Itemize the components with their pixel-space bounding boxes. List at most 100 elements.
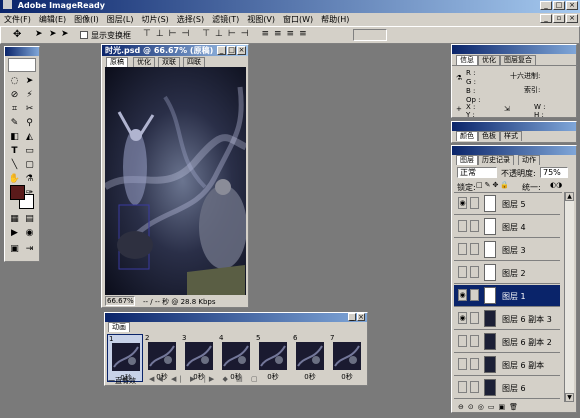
close-button[interactable]: × (566, 1, 578, 10)
eraser-tool-icon[interactable]: ◧ (8, 131, 21, 143)
layer-row[interactable]: 图层 6 副本 (454, 354, 560, 376)
tab-styles[interactable]: 样式 (500, 131, 522, 141)
toggle-imagemap-icon[interactable]: ▦ (8, 213, 21, 225)
unify-icons[interactable]: ◐◑ (550, 181, 562, 189)
screen-mode-icon[interactable]: ▣ (8, 243, 21, 255)
visibility-eye-icon[interactable] (458, 220, 467, 232)
link-icon[interactable] (470, 335, 479, 347)
tab-optimize[interactable]: 优化 (478, 55, 500, 65)
visibility-eye-icon[interactable]: ◉ (458, 197, 467, 209)
layer-row[interactable]: 图层 6 (454, 377, 560, 399)
layer-row[interactable]: ◉ 图层 1 (454, 285, 560, 307)
menu-window[interactable]: 窗口(W) (279, 13, 317, 26)
tab-history[interactable]: 历史记录 (478, 155, 514, 165)
link-icon[interactable] (470, 243, 479, 255)
eyedropper-tool-icon[interactable]: ⚗ (23, 173, 36, 185)
frame-delay[interactable]: 0秒 (329, 372, 365, 382)
visibility-eye-icon[interactable] (458, 243, 467, 255)
menu-edit[interactable]: 编辑(E) (35, 13, 70, 26)
doc-maximize-button[interactable]: □ (227, 46, 236, 55)
rect-tool-icon[interactable]: ▢ (23, 159, 36, 171)
palette-close-button[interactable]: × (357, 313, 365, 321)
link-icon[interactable] (470, 381, 479, 393)
loop-dropdown[interactable]: 一直有效 (108, 376, 136, 386)
tab-animation[interactable]: 动画 (108, 322, 130, 332)
doc-restore-button[interactable]: ▫ (553, 14, 565, 23)
visibility-eye-icon[interactable] (458, 381, 467, 393)
preview-icon[interactable]: ▶ (8, 227, 21, 239)
layer-buttons[interactable]: ⊖⊙◎▭▣🗑 (458, 403, 522, 411)
palette-minimize-button[interactable]: _ (348, 313, 356, 321)
tab-color[interactable]: 颜色 (456, 131, 478, 141)
menu-layer[interactable]: 图层(L) (103, 13, 138, 26)
visibility-eye-icon[interactable]: ◉ (458, 289, 467, 301)
tab-2-up[interactable]: 双联 (158, 57, 180, 67)
visibility-eye-icon[interactable] (458, 266, 467, 278)
line-tool-icon[interactable]: ╲ (8, 159, 21, 171)
maximize-button[interactable]: □ (553, 1, 565, 10)
visibility-eye-icon[interactable] (458, 358, 467, 370)
tab-layer-comps[interactable]: 图层复合 (500, 55, 536, 65)
visibility-eye-icon[interactable] (458, 335, 467, 347)
doc-minimize-button[interactable]: _ (217, 46, 226, 55)
canvas[interactable] (105, 67, 246, 295)
menu-select[interactable]: 选择(S) (173, 13, 208, 26)
animation-frame[interactable]: 6 0秒 (292, 334, 328, 382)
select-arrow-icon[interactable]: ➤ (49, 29, 57, 39)
stamp-tool-icon[interactable]: ⚲ (23, 117, 36, 129)
jump-to-icon[interactable]: ⇥ (23, 243, 36, 255)
slice-tool-icon[interactable]: ✂ (23, 103, 36, 115)
link-icon[interactable] (470, 312, 479, 324)
animation-frame[interactable]: 1 0秒 (107, 334, 143, 382)
marquee-tool-icon[interactable]: ◌ (8, 75, 21, 87)
foreground-color-swatch-top[interactable] (10, 185, 25, 200)
doc-close-button[interactable]: × (566, 14, 578, 23)
link-icon[interactable] (470, 197, 479, 209)
tab-4-up[interactable]: 四联 (183, 57, 205, 67)
layers-scrollbar[interactable]: ▲ ▼ (564, 192, 574, 402)
link-icon[interactable] (470, 266, 479, 278)
lasso-tool-icon[interactable]: ⊘ (8, 89, 21, 101)
lock-icons[interactable]: □✎✥🔒 (476, 181, 511, 189)
layer-row[interactable]: ◉ 图层 5 (454, 193, 560, 215)
opacity-field[interactable]: 75% (540, 167, 568, 178)
layer-row[interactable]: ◉ 图层 6 副本 3 (454, 308, 560, 330)
frame-delay[interactable]: 0秒 (292, 372, 328, 382)
brush-tool-icon[interactable]: ✎ (8, 117, 21, 129)
blend-mode-select[interactable]: 正常 (457, 167, 497, 178)
tab-original[interactable]: 原稿 (106, 57, 128, 67)
crop-tool-icon[interactable]: ⌗ (8, 103, 21, 115)
move-tool-icon[interactable]: ✥ (13, 29, 21, 40)
show-transform-checkbox[interactable] (80, 31, 88, 39)
tab-optimized[interactable]: 优化 (133, 57, 155, 67)
menu-view[interactable]: 视图(V) (243, 13, 279, 26)
animation-frame[interactable]: 7 0秒 (329, 334, 365, 382)
tab-actions[interactable]: 动作 (518, 155, 540, 165)
minimize-button[interactable]: _ (540, 1, 552, 10)
layer-row[interactable]: 图层 3 (454, 239, 560, 261)
select-arrow-icon[interactable]: ➤ (35, 29, 43, 39)
menu-image[interactable]: 图像(I) (70, 13, 103, 26)
type-tool-icon[interactable]: T (8, 145, 21, 157)
tab-layers[interactable]: 图层 (456, 155, 478, 165)
layer-row[interactable]: 图层 4 (454, 216, 560, 238)
menu-help[interactable]: 帮助(H) (317, 13, 353, 26)
menu-filter[interactable]: 滤镜(T) (208, 13, 243, 26)
menu-file[interactable]: 文件(F) (0, 13, 35, 26)
options-dropdown[interactable] (353, 29, 387, 41)
toggle-slice-icon[interactable]: ▤ (23, 213, 36, 225)
link-icon[interactable] (470, 289, 479, 301)
select-arrow-icon[interactable]: ➤ (61, 29, 69, 39)
zoom-field[interactable]: 66.67% (105, 296, 135, 306)
link-icon[interactable] (470, 358, 479, 370)
menu-slice[interactable]: 切片(S) (137, 13, 172, 26)
hand-tool-icon[interactable]: ✋ (8, 173, 21, 185)
layer-row[interactable]: 图层 2 (454, 262, 560, 284)
align-buttons[interactable]: ⊤⊥⊢⊣ ⊤⊥⊢⊣ ≡≡≡≡ (143, 29, 312, 39)
shape-tool-icon[interactable]: ▭ (23, 145, 36, 157)
tab-swatches[interactable]: 色板 (478, 131, 500, 141)
playback-controls-icon[interactable]: ◀◀ ◀| ▶ |▶ ◆ ▤ ▢ (149, 375, 261, 383)
doc-minimize-button[interactable]: _ (540, 14, 552, 23)
move-tool-icon[interactable]: ➤ (23, 75, 36, 87)
doc-close-button[interactable]: × (237, 46, 246, 55)
